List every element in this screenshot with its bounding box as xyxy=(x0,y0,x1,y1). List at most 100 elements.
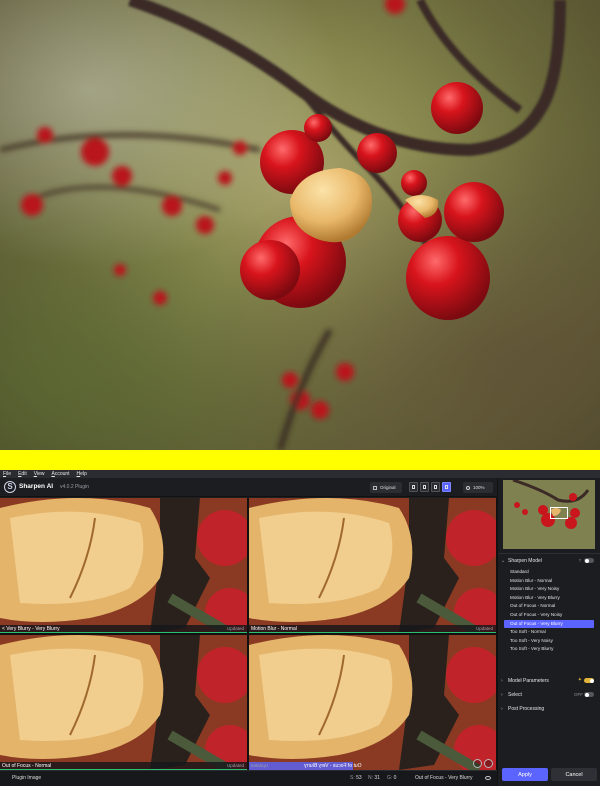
model-parameters-header[interactable]: › Model Parameters ✦ xyxy=(498,676,600,686)
preview-model-label: < Very Blurry - Very Blurry xyxy=(2,626,60,632)
divider xyxy=(498,553,600,554)
preview-image xyxy=(0,498,247,633)
plugin-image-label: Plugin Image xyxy=(12,775,42,781)
zoom-icon xyxy=(466,485,470,490)
settings-sidebar: ⌄ Sharpen Model ? Standard Motion Blur -… xyxy=(497,478,600,786)
app-version: v4.0.2 Plugin xyxy=(60,484,89,490)
menu-help[interactable]: Help xyxy=(77,470,87,478)
model-item-too-soft-normal[interactable]: Too Soft - Normal xyxy=(504,628,594,637)
noise-key: N: xyxy=(368,775,373,781)
zoom-level: 100% xyxy=(473,485,485,490)
preview-status: Updated xyxy=(251,763,269,768)
preview-panel-2[interactable]: Motion Blur - Normal Updated xyxy=(249,498,496,633)
cancel-button[interactable]: Cancel xyxy=(551,768,597,781)
preview-model-label: Out of Focus - Very Blurry xyxy=(304,763,362,769)
preview-panel-1[interactable]: < Very Blurry - Very Blurry Updated xyxy=(0,498,247,633)
preview-status: Updated xyxy=(226,626,244,631)
grain-stat: G: 0 xyxy=(387,775,396,781)
sharpness-value: 53 xyxy=(356,775,362,781)
separator-banner xyxy=(0,450,600,470)
model-parameters-toggle[interactable] xyxy=(584,678,594,683)
menu-view[interactable]: View xyxy=(34,470,45,478)
preview-progress xyxy=(0,632,247,633)
side-by-side-view-icon xyxy=(434,485,437,489)
split-view-button[interactable] xyxy=(420,482,429,492)
preview-model-label: Out of Focus - Normal xyxy=(2,763,52,769)
source-photo xyxy=(0,0,600,450)
section-title: Post Processing xyxy=(508,706,545,712)
model-item-out-of-focus-very-blurry[interactable]: Out of Focus - Very Blurry xyxy=(504,619,594,629)
eye-icon[interactable] xyxy=(485,776,491,780)
model-item-out-of-focus-normal[interactable]: Out of Focus - Normal xyxy=(504,602,594,611)
preview-model-label: Motion Blur - Normal xyxy=(251,626,297,632)
model-item-motion-blur-very-blurry[interactable]: Motion Blur - Very Blurry xyxy=(504,594,594,603)
toggle-knob xyxy=(584,558,589,563)
preview-image xyxy=(249,498,496,633)
apply-button[interactable]: Apply xyxy=(502,768,548,781)
status-model-label: Out of Focus - Very Blurry xyxy=(415,775,473,781)
noise-stat: N: 31 xyxy=(368,775,380,781)
app-title: Sharpen AI xyxy=(19,483,54,490)
auto-model-toggle[interactable] xyxy=(584,558,594,563)
sharpness-stat: S: 53 xyxy=(350,775,362,781)
chevron-right-icon: › xyxy=(501,692,503,698)
navigator-thumbnail[interactable] xyxy=(503,480,595,549)
grid-view-icon xyxy=(445,485,448,489)
preview-panel-4[interactable]: Out of Focus - Very Blurry Updated xyxy=(249,635,496,770)
grain-value: 0 xyxy=(393,775,397,781)
menu-edit[interactable]: Edit xyxy=(18,470,27,478)
chevron-right-icon: › xyxy=(501,678,503,684)
preview-image xyxy=(249,635,496,770)
preview-corner-controls xyxy=(471,759,493,768)
sharpen-ai-window: File Edit View Account Help S Sharpen AI… xyxy=(0,470,600,786)
single-view-button[interactable] xyxy=(409,482,418,492)
reset-view-icon[interactable] xyxy=(484,759,493,768)
photo-scene xyxy=(0,0,566,450)
preview-progress xyxy=(249,632,496,633)
chevron-down-icon: ⌄ xyxy=(501,558,506,564)
post-processing-header[interactable]: › Post Processing xyxy=(498,704,600,714)
comparison-view-button[interactable] xyxy=(442,482,451,492)
preview-status: Updated xyxy=(226,763,244,768)
grain-key: G: xyxy=(387,775,393,781)
menu-account[interactable]: Account xyxy=(51,470,69,478)
toggle-knob xyxy=(589,678,594,683)
model-list: Standard Motion Blur - Normal Motion Blu… xyxy=(504,568,594,654)
fit-view-icon[interactable] xyxy=(473,759,482,768)
model-item-too-soft-very-noisy[interactable]: Too Soft - Very Noisy xyxy=(504,637,594,646)
model-item-out-of-focus-very-noisy[interactable]: Out of Focus - Very Noisy xyxy=(504,611,594,620)
help-icon[interactable]: ? xyxy=(578,558,581,564)
model-item-too-soft-very-blurry[interactable]: Too Soft - Very Blurry xyxy=(504,645,594,654)
zoom-selector[interactable]: 100% xyxy=(463,482,493,493)
toolbar: S Sharpen AI v4.0.2 Plugin Original 100% xyxy=(0,478,497,497)
model-item-motion-blur-very-noisy[interactable]: Motion Blur - Very Noisy xyxy=(504,585,594,594)
auto-star-icon: ✦ xyxy=(577,677,582,683)
toggle-knob xyxy=(584,692,589,697)
preview-image xyxy=(0,635,247,770)
original-view-icon xyxy=(373,485,377,490)
original-button-label: Original xyxy=(380,485,396,490)
navigator-viewport-box[interactable] xyxy=(550,507,568,519)
chevron-right-icon: › xyxy=(501,706,503,712)
section-title: Select xyxy=(508,692,522,698)
section-title: Model Parameters xyxy=(508,678,549,684)
single-view-icon xyxy=(412,485,415,489)
preview-panel-3[interactable]: Out of Focus - Normal Updated xyxy=(0,635,247,770)
status-bar: Plugin Image S: 53 N: 31 G: 0 Out of Foc… xyxy=(0,770,497,786)
sharpness-key: S: xyxy=(350,775,355,781)
side-by-side-view-button[interactable] xyxy=(431,482,440,492)
preview-status: Updated xyxy=(475,626,493,631)
noise-value: 31 xyxy=(374,775,380,781)
model-item-motion-blur-normal[interactable]: Motion Blur - Normal xyxy=(504,577,594,586)
original-button[interactable]: Original xyxy=(370,482,402,493)
menu-file[interactable]: File xyxy=(3,470,11,478)
select-header[interactable]: › Select OFF xyxy=(498,690,600,700)
preview-grid: < Very Blurry - Very Blurry Updated Moti… xyxy=(0,498,497,770)
app-logo-icon: S xyxy=(4,481,16,493)
model-item-standard[interactable]: Standard xyxy=(504,568,594,577)
sharpen-model-header[interactable]: ⌄ Sharpen Model ? xyxy=(498,556,600,566)
section-title: Sharpen Model xyxy=(508,558,542,564)
select-toggle[interactable] xyxy=(584,692,594,697)
split-view-icon xyxy=(423,485,426,489)
select-state: OFF xyxy=(574,692,583,697)
